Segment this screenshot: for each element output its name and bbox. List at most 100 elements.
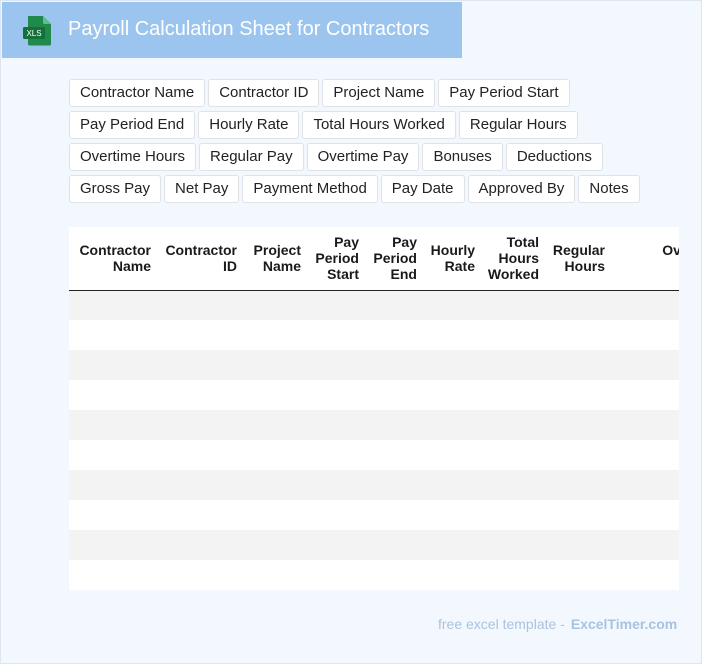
table-cell[interactable] bbox=[423, 290, 481, 320]
table-cell[interactable] bbox=[307, 500, 365, 530]
table-cell[interactable] bbox=[481, 500, 545, 530]
column-header[interactable]: Hourly Rate bbox=[423, 227, 481, 291]
table-cell[interactable] bbox=[69, 530, 157, 560]
table-cell[interactable] bbox=[307, 320, 365, 350]
footer-brand-link[interactable]: ExcelTimer.com bbox=[571, 616, 677, 632]
table-cell[interactable] bbox=[243, 290, 307, 320]
table-cell[interactable] bbox=[307, 410, 365, 440]
table-cell[interactable] bbox=[365, 560, 423, 590]
field-chip[interactable]: Total Hours Worked bbox=[302, 111, 456, 139]
table-cell[interactable] bbox=[545, 290, 611, 320]
table-cell[interactable] bbox=[423, 530, 481, 560]
table-cell[interactable] bbox=[307, 530, 365, 560]
column-header[interactable]: Total Hours Worked bbox=[481, 227, 545, 291]
field-chip[interactable]: Pay Period Start bbox=[438, 79, 570, 107]
table-cell[interactable] bbox=[69, 500, 157, 530]
table-cell[interactable] bbox=[157, 470, 243, 500]
table-cell[interactable] bbox=[157, 320, 243, 350]
table-cell[interactable] bbox=[243, 320, 307, 350]
table-cell[interactable] bbox=[545, 350, 611, 380]
column-header[interactable]: Contractor ID bbox=[157, 227, 243, 291]
table-cell[interactable] bbox=[423, 440, 481, 470]
table-cell[interactable] bbox=[611, 410, 679, 440]
table-cell[interactable] bbox=[545, 560, 611, 590]
table-cell[interactable] bbox=[481, 350, 545, 380]
field-chip[interactable]: Deductions bbox=[505, 143, 603, 171]
table-cell[interactable] bbox=[365, 440, 423, 470]
table-cell[interactable] bbox=[307, 470, 365, 500]
table-cell[interactable] bbox=[307, 350, 365, 380]
table-cell[interactable] bbox=[307, 440, 365, 470]
table-cell[interactable] bbox=[307, 380, 365, 410]
table-cell[interactable] bbox=[481, 380, 545, 410]
table-cell[interactable] bbox=[243, 500, 307, 530]
field-chip[interactable]: Overtime Pay bbox=[306, 143, 420, 171]
column-header[interactable]: OvertimeHours bbox=[611, 227, 679, 291]
table-cell[interactable] bbox=[157, 440, 243, 470]
table-cell[interactable] bbox=[545, 410, 611, 440]
table-cell[interactable] bbox=[69, 290, 157, 320]
table-cell[interactable] bbox=[611, 350, 679, 380]
field-chip[interactable]: Hourly Rate bbox=[198, 111, 300, 139]
field-chip[interactable]: Regular Pay bbox=[199, 143, 304, 171]
table-cell[interactable] bbox=[243, 440, 307, 470]
table-cell[interactable] bbox=[365, 410, 423, 440]
table-cell[interactable] bbox=[545, 320, 611, 350]
table-cell[interactable] bbox=[69, 380, 157, 410]
table-cell[interactable] bbox=[243, 380, 307, 410]
field-chip[interactable]: Bonuses bbox=[422, 143, 503, 171]
table-cell[interactable] bbox=[365, 350, 423, 380]
field-chip[interactable]: Project Name bbox=[322, 79, 436, 107]
table-cell[interactable] bbox=[365, 500, 423, 530]
table-cell[interactable] bbox=[69, 350, 157, 380]
table-cell[interactable] bbox=[611, 440, 679, 470]
table-cell[interactable] bbox=[481, 320, 545, 350]
table-cell[interactable] bbox=[481, 470, 545, 500]
table-cell[interactable] bbox=[545, 500, 611, 530]
table-cell[interactable] bbox=[423, 320, 481, 350]
table-cell[interactable] bbox=[545, 380, 611, 410]
table-cell[interactable] bbox=[307, 560, 365, 590]
table-cell[interactable] bbox=[157, 530, 243, 560]
table-cell[interactable] bbox=[365, 320, 423, 350]
table-cell[interactable] bbox=[423, 410, 481, 440]
field-chip[interactable]: Approved By bbox=[467, 175, 576, 203]
table-cell[interactable] bbox=[365, 530, 423, 560]
table-cell[interactable] bbox=[157, 410, 243, 440]
table-cell[interactable] bbox=[611, 290, 679, 320]
table-cell[interactable] bbox=[611, 530, 679, 560]
field-chip[interactable]: Pay Date bbox=[380, 175, 465, 203]
field-chip[interactable]: Notes bbox=[578, 175, 640, 203]
table-cell[interactable] bbox=[545, 530, 611, 560]
field-chip[interactable]: Regular Hours bbox=[458, 111, 578, 139]
field-chip[interactable]: Pay Period End bbox=[69, 111, 196, 139]
table-cell[interactable] bbox=[69, 320, 157, 350]
column-header[interactable]: Contractor Name bbox=[69, 227, 157, 291]
table-cell[interactable] bbox=[243, 530, 307, 560]
table-cell[interactable] bbox=[481, 440, 545, 470]
table-cell[interactable] bbox=[157, 290, 243, 320]
table-cell[interactable] bbox=[157, 350, 243, 380]
field-chip[interactable]: Payment Method bbox=[242, 175, 378, 203]
table-cell[interactable] bbox=[243, 560, 307, 590]
table-cell[interactable] bbox=[365, 470, 423, 500]
field-chip[interactable]: Net Pay bbox=[164, 175, 240, 203]
table-cell[interactable] bbox=[611, 320, 679, 350]
field-chip[interactable]: Gross Pay bbox=[69, 175, 162, 203]
table-cell[interactable] bbox=[69, 470, 157, 500]
table-cell[interactable] bbox=[545, 440, 611, 470]
column-header[interactable]: Regular Hours bbox=[545, 227, 611, 291]
table-cell[interactable] bbox=[545, 470, 611, 500]
column-header[interactable]: Pay Period Start bbox=[307, 227, 365, 291]
table-cell[interactable] bbox=[423, 350, 481, 380]
table-cell[interactable] bbox=[243, 410, 307, 440]
column-header[interactable]: Project Name bbox=[243, 227, 307, 291]
table-cell[interactable] bbox=[243, 470, 307, 500]
table-cell[interactable] bbox=[481, 410, 545, 440]
table-cell[interactable] bbox=[157, 380, 243, 410]
table-cell[interactable] bbox=[611, 560, 679, 590]
field-chip[interactable]: Contractor Name bbox=[69, 79, 206, 107]
field-chip[interactable]: Overtime Hours bbox=[69, 143, 197, 171]
table-cell[interactable] bbox=[481, 560, 545, 590]
table-cell[interactable] bbox=[423, 380, 481, 410]
